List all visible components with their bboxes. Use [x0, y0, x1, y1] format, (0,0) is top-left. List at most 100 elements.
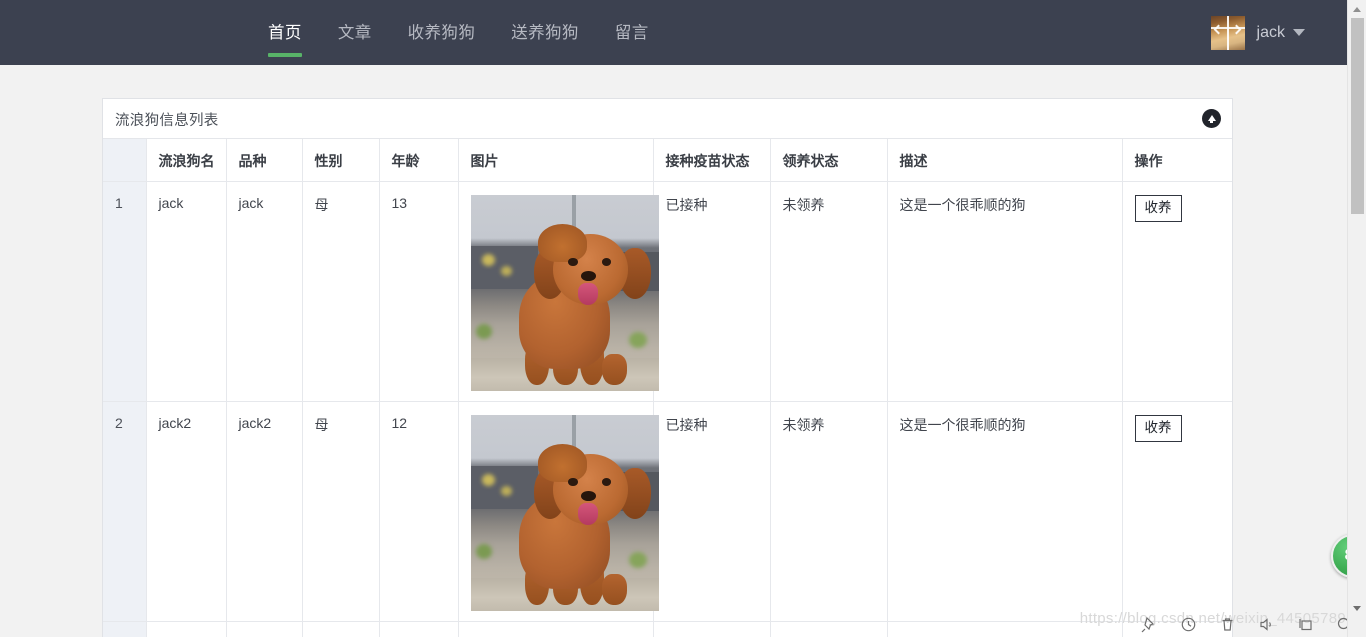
nav-item-rehome-dogs[interactable]: 送养狗狗 [511, 0, 579, 65]
cell-name: jack2 [146, 401, 227, 622]
nav-item-label: 送养狗狗 [511, 24, 579, 42]
table-header-row: 流浪狗名 品种 性别 年龄 图片 接种疫苗状态 领养状态 描述 操作 [103, 139, 1232, 182]
cell-vaccine [653, 621, 771, 637]
cell-adoption: 未领养 [770, 401, 888, 622]
nav-item-label: 收养狗狗 [407, 24, 476, 42]
window-icon[interactable] [1297, 616, 1314, 633]
photo-foliage [629, 552, 648, 569]
cell-breed [226, 621, 303, 637]
photo-foliage [476, 544, 493, 560]
dog-photo [470, 415, 659, 611]
top-navbar: 首页 文章 收养狗狗 送养狗狗 留言 jack [0, 0, 1347, 65]
scroll-down-arrow-icon[interactable] [1353, 606, 1361, 611]
dog-head-tuft [538, 444, 588, 482]
dog-info-table: 流浪狗名 品种 性别 年龄 图片 接种疫苗状态 领养状态 描述 操作 1 jac… [103, 139, 1232, 637]
column-header-adoption: 领养状态 [770, 139, 888, 182]
dog-eye [602, 477, 612, 486]
photo-foliage [500, 265, 512, 276]
cell-operation: 收养 [1122, 181, 1232, 402]
photo-foliage [476, 324, 493, 340]
photo-foliage [481, 473, 495, 486]
photo-foliage [500, 485, 512, 496]
cell-name: jack [146, 181, 227, 402]
vertical-scrollbar[interactable] [1347, 0, 1366, 637]
dog-list-card: 流浪狗信息列表 流浪狗名 品种 性别 年龄 图片 接种疫苗状态 领养状态 描述 … [102, 98, 1233, 637]
nav-item-messages[interactable]: 留言 [615, 0, 649, 65]
nav-item-articles[interactable]: 文章 [338, 0, 372, 65]
cell-vaccine: 已接种 [653, 181, 771, 402]
cell-description [887, 621, 1123, 637]
volume-icon[interactable] [1258, 616, 1275, 633]
clock-history-icon[interactable] [1180, 616, 1197, 633]
dog-tongue [577, 283, 599, 305]
avatar-mark-right [1232, 24, 1242, 35]
dog-eye [568, 477, 578, 486]
column-header-name: 流浪狗名 [146, 139, 227, 182]
card-header: 流浪狗信息列表 [103, 99, 1232, 139]
column-header-operation: 操作 [1122, 139, 1232, 182]
column-header-image: 图片 [458, 139, 654, 182]
trash-icon[interactable] [1219, 616, 1236, 633]
dog-leg [602, 353, 627, 386]
cell-adoption: 未领养 [770, 181, 888, 402]
row-index [103, 621, 147, 637]
avatar-mark-left [1213, 24, 1224, 35]
active-nav-underline [268, 53, 302, 57]
column-header-age: 年龄 [379, 139, 459, 182]
table-row: 1 jack jack 母 13 已接种 未领养 这是一个很乖顺的狗 收养 [103, 181, 1232, 402]
column-header-index [103, 139, 147, 182]
nav-menu: 首页 文章 收养狗狗 送养狗狗 留言 [268, 0, 685, 65]
cell-breed: jack [226, 181, 303, 402]
dog-head-tuft [538, 224, 588, 262]
cell-sex [302, 621, 380, 637]
page-title: 流浪狗信息列表 [115, 113, 219, 129]
cell-image [458, 401, 659, 622]
cell-age: 13 [379, 181, 459, 402]
column-header-sex: 性别 [302, 139, 380, 182]
username-label: jack [1256, 23, 1285, 41]
page-root: 首页 文章 收养狗狗 送养狗狗 留言 jack 流浪狗信息列表 流浪狗名 品种 … [0, 0, 1366, 637]
table-row: 2 jack2 jack2 母 12 已接种 未领养 这是一个很乖顺的狗 收养 [103, 401, 1232, 622]
cell-sex: 母 [302, 181, 380, 402]
dog-leg [602, 573, 627, 606]
avatar [1210, 15, 1245, 50]
column-header-vaccine: 接种疫苗状态 [653, 139, 771, 182]
pin-off-icon[interactable] [1141, 616, 1158, 633]
cell-vaccine: 已接种 [653, 401, 771, 622]
cell-name [146, 621, 227, 637]
cell-sex: 母 [302, 401, 380, 622]
cell-description: 这是一个很乖顺的狗 [887, 181, 1123, 402]
arrow-stem-glyph [1210, 118, 1213, 123]
nav-item-home[interactable]: 首页 [268, 0, 302, 65]
photo-foliage [629, 332, 648, 349]
table-row [103, 621, 1232, 637]
dog-eye [602, 257, 612, 266]
scrollbar-thumb[interactable] [1351, 18, 1364, 214]
nav-item-label: 首页 [268, 24, 302, 42]
dog-photo [470, 195, 659, 391]
row-index: 2 [103, 401, 147, 622]
column-header-description: 描述 [887, 139, 1123, 182]
cell-age: 12 [379, 401, 459, 622]
cell-operation: 收养 [1122, 401, 1232, 622]
nav-item-label: 留言 [614, 24, 649, 42]
nav-item-label: 文章 [337, 24, 372, 42]
scroll-up-arrow-icon[interactable] [1353, 7, 1361, 12]
caret-down-icon [1293, 29, 1305, 36]
cell-description: 这是一个很乖顺的狗 [887, 401, 1123, 622]
bottom-toolbar [1106, 612, 1366, 637]
adopt-button[interactable]: 收养 [1134, 415, 1182, 442]
adopt-button[interactable]: 收养 [1134, 195, 1182, 222]
row-index: 1 [103, 181, 147, 402]
dog-tongue [577, 503, 599, 525]
cell-age [379, 621, 459, 637]
nav-item-adopt-dogs[interactable]: 收养狗狗 [408, 0, 476, 65]
user-menu[interactable]: jack [1210, 0, 1305, 65]
dog-eye [568, 257, 578, 266]
arrow-up-circle-icon[interactable] [1202, 109, 1221, 128]
cell-image [458, 181, 659, 402]
cell-adoption [770, 621, 888, 637]
cell-image [458, 621, 654, 637]
photo-foliage [481, 253, 495, 266]
cell-breed: jack2 [226, 401, 303, 622]
